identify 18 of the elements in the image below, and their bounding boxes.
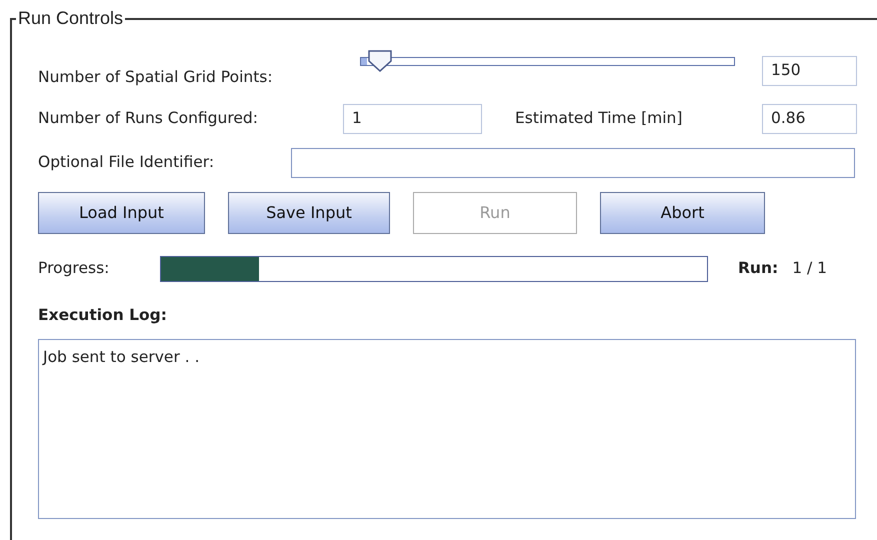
button[interactable]: Load Input <box>38 192 205 234</box>
field-label: Number of Spatial Grid Points: <box>38 67 274 88</box>
field-label: Number of Runs Configured: <box>38 108 259 130</box>
section-label: Execution Log: <box>38 305 167 326</box>
log-text: Job sent to server . . <box>43 348 200 366</box>
value-field[interactable]: 150 <box>762 56 857 86</box>
run-count: 1 / 1 <box>792 258 828 280</box>
field-label: Progress: <box>38 258 110 280</box>
slider-fill <box>361 58 367 64</box>
button[interactable]: Abort <box>600 192 765 234</box>
button[interactable]: Save Input <box>228 192 390 234</box>
value-field[interactable]: 0.86 <box>762 104 857 134</box>
input-field[interactable]: 1 <box>343 104 482 134</box>
field-label: Optional File Identifier: <box>38 152 216 174</box>
field-label: Estimated Time [min] <box>515 108 684 130</box>
slider-thumb[interactable] <box>366 50 393 72</box>
input-field[interactable] <box>291 148 855 178</box>
run-label: Run: <box>738 258 778 280</box>
